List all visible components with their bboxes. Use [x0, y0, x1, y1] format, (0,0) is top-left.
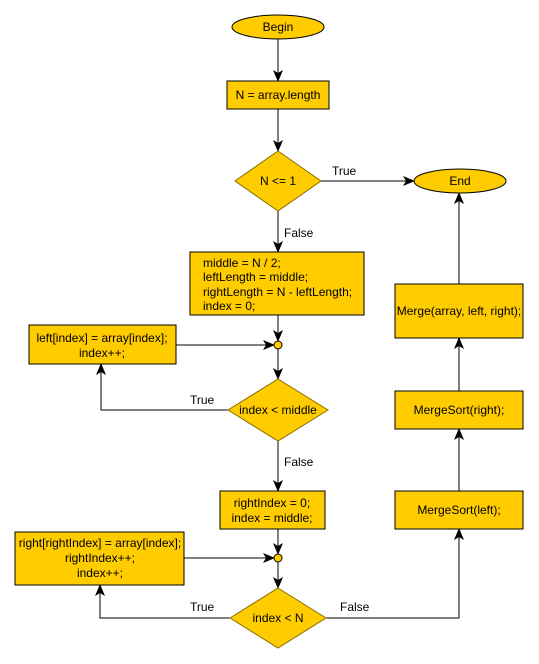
- merge-label: Merge(array, left, right);: [397, 304, 521, 318]
- junction-2: [273, 553, 283, 563]
- label-false-2: False: [284, 455, 314, 469]
- node-cond-n2: index < N: [229, 587, 327, 649]
- right-copy-line: right[rightIndex] = array[index];: [19, 536, 181, 550]
- begin-label: Begin: [263, 20, 294, 34]
- label-true-1: True: [332, 164, 357, 178]
- node-right-copy: right[rightIndex] = array[index]; rightI…: [14, 531, 185, 586]
- init-line: middle = N / 2;: [203, 256, 281, 270]
- junction-1: [273, 340, 283, 350]
- right-copy-line: index++;: [77, 566, 123, 580]
- label-false-1: False: [284, 226, 314, 240]
- node-sort-left: MergeSort(left);: [394, 490, 524, 530]
- node-init: middle = N / 2; leftLength = middle; rig…: [189, 251, 365, 316]
- sort-right-label: MergeSort(right);: [414, 403, 505, 417]
- n-assign-label: N = array.length: [236, 88, 321, 102]
- node-end: End: [413, 168, 507, 194]
- label-true-3: True: [190, 600, 215, 614]
- node-sort-right: MergeSort(right);: [394, 390, 524, 430]
- sort-left-label: MergeSort(left);: [417, 503, 500, 517]
- init-line: rightLength = N - leftLength;: [203, 285, 352, 299]
- left-copy-line: left[index] = array[index];: [36, 331, 167, 345]
- node-left-copy: left[index] = array[index]; index++;: [28, 324, 177, 365]
- init-line: index = 0;: [203, 299, 255, 313]
- flowchart: True False True False True False Begin N…: [14, 14, 524, 649]
- left-copy-line: index++;: [79, 346, 125, 360]
- node-n-assign: N = array.length: [226, 80, 330, 110]
- end-label: End: [449, 174, 470, 188]
- cond-n-label: N <= 1: [260, 174, 296, 188]
- init-line: leftLength = middle;: [203, 270, 308, 284]
- node-begin: Begin: [231, 14, 325, 40]
- cond-n2-label: index < N: [252, 611, 303, 625]
- node-cond-n: N <= 1: [234, 150, 322, 212]
- node-right-init: rightIndex = 0; index = middle;: [219, 490, 326, 530]
- label-false-3: False: [340, 600, 370, 614]
- node-cond-middle: index < middle: [227, 378, 329, 442]
- right-copy-line: rightIndex++;: [65, 551, 135, 565]
- label-true-2: True: [190, 393, 215, 407]
- right-init-line: rightIndex = 0;: [234, 496, 310, 510]
- cond-middle-label: index < middle: [239, 403, 317, 417]
- right-init-line: index = middle;: [231, 511, 312, 525]
- node-merge: Merge(array, left, right);: [394, 283, 524, 339]
